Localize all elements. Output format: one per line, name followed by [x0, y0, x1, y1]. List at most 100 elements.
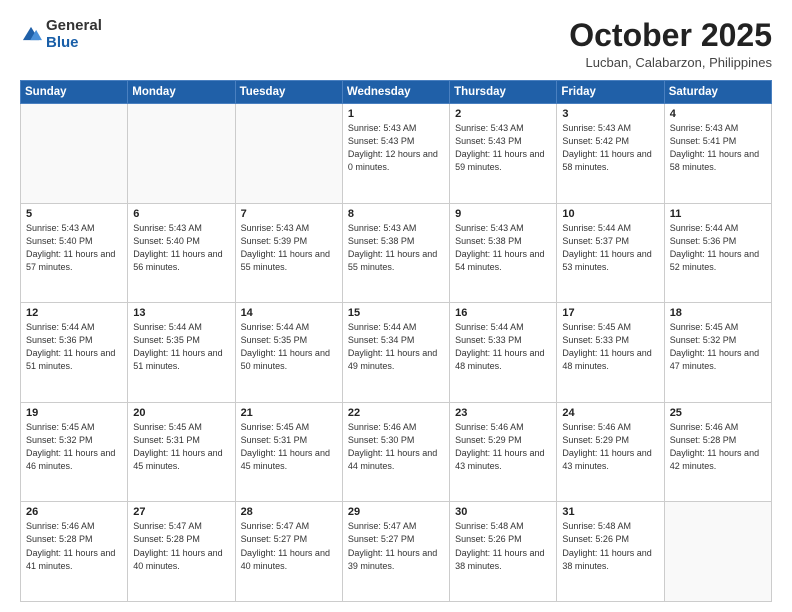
day-info: Sunrise: 5:47 AM Sunset: 5:27 PM Dayligh…	[348, 520, 444, 572]
calendar-cell	[21, 104, 128, 204]
day-number: 12	[26, 307, 122, 319]
day-info: Sunrise: 5:44 AM Sunset: 5:35 PM Dayligh…	[241, 321, 337, 373]
day-number: 8	[348, 208, 444, 220]
day-number: 31	[562, 506, 658, 518]
day-number: 27	[133, 506, 229, 518]
calendar-cell: 3Sunrise: 5:43 AM Sunset: 5:42 PM Daylig…	[557, 104, 664, 204]
day-info: Sunrise: 5:45 AM Sunset: 5:33 PM Dayligh…	[562, 321, 658, 373]
day-info: Sunrise: 5:47 AM Sunset: 5:27 PM Dayligh…	[241, 520, 337, 572]
weekday-header: Sunday	[21, 81, 128, 104]
calendar-cell: 11 Sunrise: 5:44 AM Sunset: 5:36 PM Dayli…	[664, 203, 771, 303]
day-number: 2	[455, 108, 551, 120]
calendar-cell: 26Sunrise: 5:46 AM Sunset: 5:28 PM Dayli…	[21, 502, 128, 602]
day-number: 9	[455, 208, 551, 220]
day-info: Sunrise: 5:45 AM Sunset: 5:31 PM Dayligh…	[241, 421, 337, 473]
calendar-week-row: 1Sunrise: 5:43 AM Sunset: 5:43 PM Daylig…	[21, 104, 772, 204]
calendar-cell	[235, 104, 342, 204]
calendar-cell	[664, 502, 771, 602]
calendar-cell: 23 Sunrise: 5:46 AM Sunset: 5:29 PM Dayli…	[450, 402, 557, 502]
page: General Blue October 2025 Lucban, Calaba…	[0, 0, 792, 612]
day-number: 17	[562, 307, 658, 319]
day-info: Sunrise: 5:43 AM Sunset: 5:42 PM Dayligh…	[562, 122, 658, 174]
day-info: Sunrise: 5:44 AM Sunset: 5:35 PM Dayligh…	[133, 321, 229, 373]
day-number: 10	[562, 208, 658, 220]
day-info: Sunrise: 5:43 AM Sunset: 5:39 PM Dayligh…	[241, 222, 337, 274]
calendar-cell: 15 Sunrise: 5:44 AM Sunset: 5:34 PM Dayli…	[342, 303, 449, 403]
day-number: 16	[455, 307, 551, 319]
day-info: Sunrise: 5:46 AM Sunset: 5:28 PM Dayligh…	[670, 421, 766, 473]
calendar-cell: 5Sunrise: 5:43 AM Sunset: 5:40 PM Daylig…	[21, 203, 128, 303]
logo-top: General Blue	[20, 18, 102, 51]
day-info: Sunrise: 5:45 AM Sunset: 5:32 PM Dayligh…	[26, 421, 122, 473]
day-number: 13	[133, 307, 229, 319]
day-info: Sunrise: 5:44 AM Sunset: 5:36 PM Dayligh…	[670, 222, 766, 274]
calendar-cell: 16 Sunrise: 5:44 AM Sunset: 5:33 PM Dayli…	[450, 303, 557, 403]
day-info: Sunrise: 5:47 AM Sunset: 5:28 PM Dayligh…	[133, 520, 229, 572]
calendar-cell: 19Sunrise: 5:45 AM Sunset: 5:32 PM Dayli…	[21, 402, 128, 502]
logo-text: General Blue	[46, 18, 102, 51]
calendar-header-row: SundayMondayTuesdayWednesdayThursdayFrid…	[21, 81, 772, 104]
weekday-header: Thursday	[450, 81, 557, 104]
calendar-cell: 24 Sunrise: 5:46 AM Sunset: 5:29 PM Dayli…	[557, 402, 664, 502]
weekday-header: Wednesday	[342, 81, 449, 104]
calendar-cell: 4Sunrise: 5:43 AM Sunset: 5:41 PM Daylig…	[664, 104, 771, 204]
calendar-cell: 27 Sunrise: 5:47 AM Sunset: 5:28 PM Dayli…	[128, 502, 235, 602]
day-number: 5	[26, 208, 122, 220]
calendar-cell: 1Sunrise: 5:43 AM Sunset: 5:43 PM Daylig…	[342, 104, 449, 204]
day-number: 28	[241, 506, 337, 518]
weekday-header: Monday	[128, 81, 235, 104]
day-info: Sunrise: 5:45 AM Sunset: 5:31 PM Dayligh…	[133, 421, 229, 473]
day-number: 25	[670, 407, 766, 419]
day-number: 15	[348, 307, 444, 319]
day-number: 23	[455, 407, 551, 419]
day-info: Sunrise: 5:43 AM Sunset: 5:43 PM Dayligh…	[348, 122, 444, 174]
calendar-table: SundayMondayTuesdayWednesdayThursdayFrid…	[20, 80, 772, 602]
day-info: Sunrise: 5:43 AM Sunset: 5:38 PM Dayligh…	[348, 222, 444, 274]
day-number: 7	[241, 208, 337, 220]
day-number: 11	[670, 208, 766, 220]
calendar-cell: 21 Sunrise: 5:45 AM Sunset: 5:31 PM Dayli…	[235, 402, 342, 502]
logo-blue: Blue	[46, 35, 102, 52]
calendar-week-row: 26Sunrise: 5:46 AM Sunset: 5:28 PM Dayli…	[21, 502, 772, 602]
calendar-cell: 18Sunrise: 5:45 AM Sunset: 5:32 PM Dayli…	[664, 303, 771, 403]
calendar-cell: 20 Sunrise: 5:45 AM Sunset: 5:31 PM Dayli…	[128, 402, 235, 502]
calendar-cell: 22 Sunrise: 5:46 AM Sunset: 5:30 PM Dayli…	[342, 402, 449, 502]
calendar-cell	[128, 104, 235, 204]
calendar-cell: 30 Sunrise: 5:48 AM Sunset: 5:26 PM Dayli…	[450, 502, 557, 602]
month-title: October 2025	[569, 18, 772, 53]
day-number: 14	[241, 307, 337, 319]
day-number: 24	[562, 407, 658, 419]
day-info: Sunrise: 5:44 AM Sunset: 5:37 PM Dayligh…	[562, 222, 658, 274]
calendar-week-row: 19Sunrise: 5:45 AM Sunset: 5:32 PM Dayli…	[21, 402, 772, 502]
calendar-cell: 10 Sunrise: 5:44 AM Sunset: 5:37 PM Dayli…	[557, 203, 664, 303]
day-info: Sunrise: 5:44 AM Sunset: 5:34 PM Dayligh…	[348, 321, 444, 373]
day-number: 29	[348, 506, 444, 518]
day-info: Sunrise: 5:45 AM Sunset: 5:32 PM Dayligh…	[670, 321, 766, 373]
day-info: Sunrise: 5:46 AM Sunset: 5:29 PM Dayligh…	[455, 421, 551, 473]
day-number: 26	[26, 506, 122, 518]
calendar-cell: 17 Sunrise: 5:45 AM Sunset: 5:33 PM Dayli…	[557, 303, 664, 403]
day-info: Sunrise: 5:43 AM Sunset: 5:40 PM Dayligh…	[133, 222, 229, 274]
day-info: Sunrise: 5:48 AM Sunset: 5:26 PM Dayligh…	[562, 520, 658, 572]
calendar-cell: 7 Sunrise: 5:43 AM Sunset: 5:39 PM Daylig…	[235, 203, 342, 303]
day-number: 21	[241, 407, 337, 419]
logo: General Blue	[20, 18, 102, 51]
calendar-cell: 14 Sunrise: 5:44 AM Sunset: 5:35 PM Dayli…	[235, 303, 342, 403]
weekday-header: Tuesday	[235, 81, 342, 104]
day-number: 30	[455, 506, 551, 518]
logo-icon	[20, 24, 42, 46]
calendar-cell: 12 Sunrise: 5:44 AM Sunset: 5:36 PM Dayli…	[21, 303, 128, 403]
day-info: Sunrise: 5:43 AM Sunset: 5:43 PM Dayligh…	[455, 122, 551, 174]
title-block: October 2025 Lucban, Calabarzon, Philipp…	[569, 18, 772, 70]
day-info: Sunrise: 5:48 AM Sunset: 5:26 PM Dayligh…	[455, 520, 551, 572]
day-number: 20	[133, 407, 229, 419]
day-info: Sunrise: 5:44 AM Sunset: 5:33 PM Dayligh…	[455, 321, 551, 373]
calendar-cell: 2 Sunrise: 5:43 AM Sunset: 5:43 PM Daylig…	[450, 104, 557, 204]
day-info: Sunrise: 5:46 AM Sunset: 5:30 PM Dayligh…	[348, 421, 444, 473]
calendar-cell: 31 Sunrise: 5:48 AM Sunset: 5:26 PM Dayli…	[557, 502, 664, 602]
day-info: Sunrise: 5:44 AM Sunset: 5:36 PM Dayligh…	[26, 321, 122, 373]
calendar-cell: 9Sunrise: 5:43 AM Sunset: 5:38 PM Daylig…	[450, 203, 557, 303]
weekday-header: Friday	[557, 81, 664, 104]
day-info: Sunrise: 5:46 AM Sunset: 5:29 PM Dayligh…	[562, 421, 658, 473]
day-number: 22	[348, 407, 444, 419]
